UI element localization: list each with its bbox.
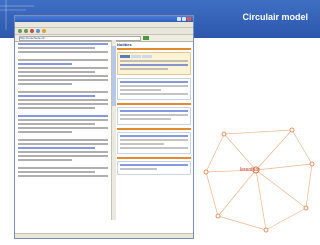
page-content: Notities [15, 40, 193, 236]
refresh-icon[interactable] [36, 29, 40, 33]
text-line [18, 83, 72, 85]
text-line [18, 75, 108, 77]
text-line [18, 155, 108, 157]
browser-screenshot: http://enschede.nl/... Notities [14, 15, 194, 239]
stop-icon[interactable] [30, 29, 34, 33]
note-link[interactable] [120, 110, 188, 112]
text-line [18, 127, 108, 129]
text-line [18, 119, 108, 121]
text-line [18, 139, 108, 141]
note-link[interactable] [120, 164, 188, 166]
note-line [120, 147, 188, 149]
window-titlebar [15, 16, 193, 22]
note-line [120, 114, 188, 116]
forward-icon[interactable] [24, 29, 28, 33]
text-line [18, 71, 95, 73]
text-line [18, 47, 95, 49]
home-icon[interactable] [42, 29, 46, 33]
note-box [117, 52, 191, 75]
text-line [18, 79, 108, 81]
network-node [289, 127, 295, 133]
network-svg [203, 127, 315, 233]
note-line [120, 85, 188, 87]
note-box [117, 78, 191, 100]
note-line [120, 89, 161, 91]
article-heading-link[interactable] [18, 43, 108, 45]
network-node [203, 169, 209, 175]
text-line [18, 151, 108, 153]
network-lines [205, 129, 313, 231]
text-line [18, 159, 72, 161]
text-line [18, 171, 95, 173]
scroll-thumb[interactable] [112, 46, 116, 106]
text-line [18, 107, 95, 109]
text-line [18, 175, 108, 177]
panel-divider [117, 128, 191, 130]
text-line [18, 59, 108, 61]
note-box [117, 107, 191, 125]
note-line [120, 60, 188, 62]
circular-network-diagram: lerenfaar [196, 112, 320, 240]
inline-link[interactable] [18, 147, 95, 149]
note-box [117, 161, 191, 175]
note-box [117, 132, 191, 154]
maximize-icon[interactable] [182, 17, 186, 21]
panel-divider [117, 157, 191, 159]
center-node-label: lerenfaar [240, 167, 260, 173]
network-node [263, 227, 269, 233]
scrollbar[interactable] [111, 40, 116, 220]
network-node [221, 131, 227, 137]
text-line [18, 131, 72, 133]
note-line [120, 139, 188, 141]
note-line [120, 68, 168, 70]
note-link[interactable] [120, 64, 188, 66]
network-node [215, 213, 221, 219]
panel-divider [117, 48, 191, 50]
panel-divider [117, 103, 191, 105]
note-tab[interactable] [142, 55, 152, 58]
note-tab[interactable] [131, 55, 141, 58]
note-line [120, 168, 158, 170]
text-line [18, 167, 108, 169]
text-line [18, 91, 108, 93]
note-line [120, 118, 171, 120]
notes-panel: Notities [117, 42, 191, 220]
close-icon[interactable] [187, 17, 191, 21]
inline-link[interactable] [18, 63, 72, 65]
slide-title: Circulair model [242, 12, 308, 22]
note-line [120, 143, 165, 145]
network-node [309, 161, 315, 167]
note-tab[interactable] [120, 55, 130, 58]
note-tabs [120, 55, 188, 58]
text-line [18, 143, 108, 145]
note-line [120, 93, 188, 95]
back-icon[interactable] [18, 29, 22, 33]
text-line [18, 99, 108, 101]
article-text [18, 43, 108, 219]
text-line [18, 123, 95, 125]
inline-link[interactable] [18, 95, 95, 97]
browser-toolbar [15, 28, 193, 35]
minimize-icon[interactable] [177, 17, 181, 21]
browser-statusbar [15, 233, 193, 238]
note-link[interactable] [120, 135, 188, 137]
network-node [303, 205, 309, 211]
text-line [18, 103, 108, 105]
text-line [18, 67, 108, 69]
text-line [18, 51, 108, 53]
inline-link[interactable] [18, 115, 108, 117]
note-link[interactable] [120, 81, 188, 83]
